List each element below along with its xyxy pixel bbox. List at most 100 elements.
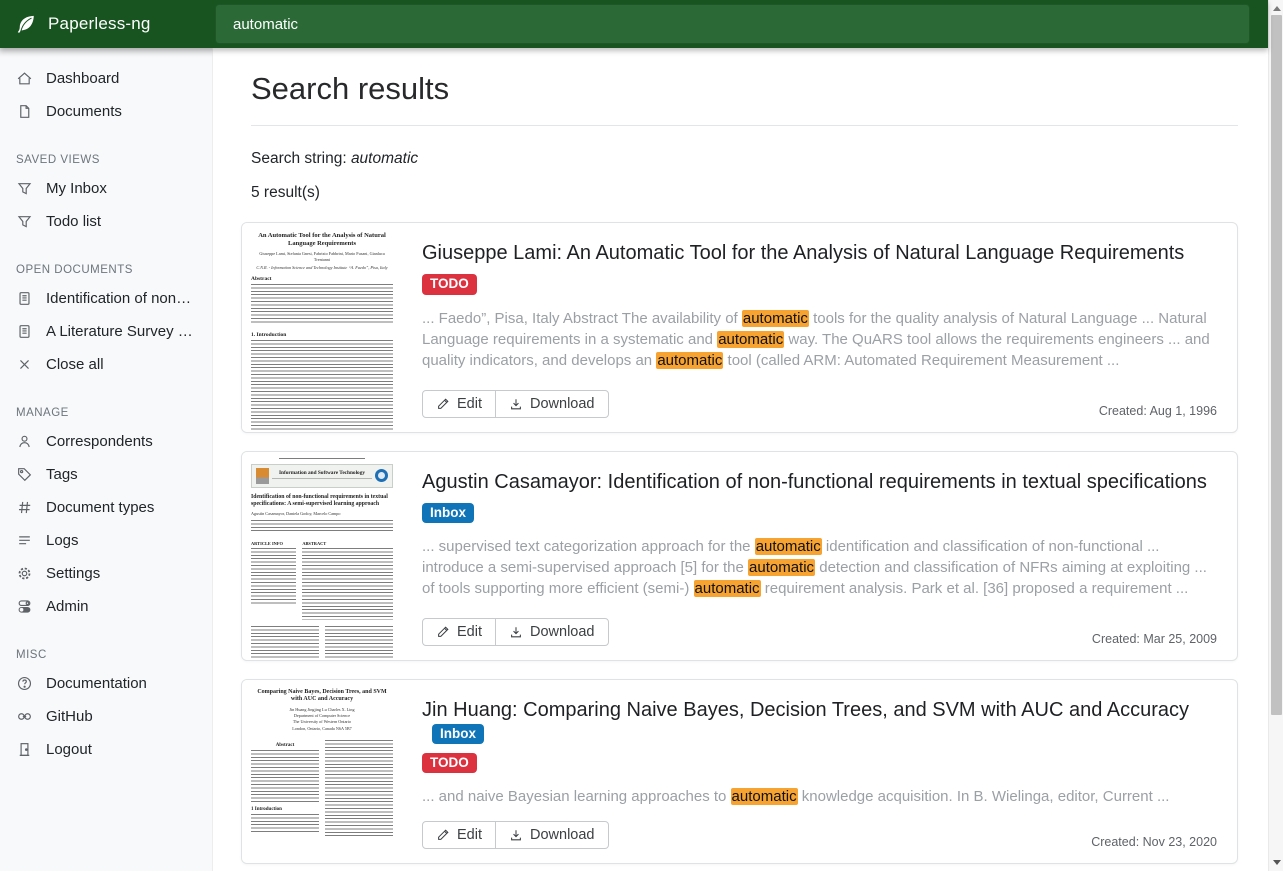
- divider: [251, 125, 1238, 126]
- sidebar-item-open-doc-1[interactable]: Identification of non-fu...: [0, 282, 212, 315]
- sidebar-item-document-types[interactable]: Document types: [0, 491, 212, 524]
- search-result-card: Information and Software Technology Iden…: [241, 451, 1238, 661]
- sidebar-section-saved-views: SAVED VIEWS: [16, 154, 196, 166]
- tag-badge-inbox[interactable]: Inbox: [432, 724, 484, 745]
- download-button[interactable]: Download: [495, 618, 609, 646]
- app-window: Paperless-ng Dashboard Documents SAVED V…: [0, 0, 1268, 871]
- created-date: Created: Aug 1, 1996: [1099, 404, 1217, 418]
- sidebar-item-label: Logout: [46, 741, 92, 758]
- result-snippet: ... Faedo”, Pisa, Italy Abstract The ava…: [422, 308, 1217, 371]
- sidebar-item-label: My Inbox: [46, 180, 107, 197]
- document-thumbnail[interactable]: An Automatic Tool for the Analysis of Na…: [242, 223, 402, 432]
- download-button[interactable]: Download: [495, 821, 609, 849]
- sidebar-item-label: Admin: [46, 598, 89, 615]
- tag-badge-todo[interactable]: TODO: [422, 274, 477, 295]
- sidebar-item-label: Document types: [46, 499, 154, 516]
- sidebar-item-open-doc-2[interactable]: A Literature Survey on ...: [0, 315, 212, 348]
- sidebar-section-manage: MANAGE: [16, 407, 196, 419]
- list-icon: [16, 532, 33, 549]
- sidebar-item-correspondents[interactable]: Correspondents: [0, 425, 212, 458]
- download-button[interactable]: Download: [495, 390, 609, 418]
- sidebar-item-admin[interactable]: Admin: [0, 590, 212, 623]
- sidebar-item-github[interactable]: GitHub: [0, 700, 212, 733]
- sidebar-item-close-all[interactable]: Close all: [0, 348, 212, 381]
- sidebar-item-label: Logs: [46, 532, 79, 549]
- journal-header: Information and Software Technology: [251, 464, 393, 488]
- sidebar-item-label: Correspondents: [46, 433, 153, 450]
- result-title-link[interactable]: Jin Huang: Comparing Naive Bayes, Decisi…: [422, 699, 1189, 721]
- edit-button[interactable]: Edit: [422, 821, 496, 849]
- tag-icon: [16, 466, 33, 483]
- card-actions: Edit Download: [422, 821, 609, 849]
- created-date: Created: Nov 23, 2020: [1091, 835, 1217, 849]
- sidebar-item-documents[interactable]: Documents: [0, 95, 212, 128]
- sidebar-item-label: A Literature Survey on ...: [46, 323, 196, 340]
- door-logout-icon: [16, 741, 33, 758]
- download-icon: [509, 397, 523, 411]
- elsevier-logo: [256, 468, 269, 484]
- sidebar-item-documentation[interactable]: Documentation: [0, 667, 212, 700]
- sidebar-section-misc: MISC: [16, 649, 196, 661]
- search-results-list: An Automatic Tool for the Analysis of Na…: [241, 222, 1238, 871]
- result-snippet: ... supervised text categorization appro…: [422, 536, 1217, 599]
- close-icon: [16, 356, 33, 373]
- sidebar-item-label: Documentation: [46, 675, 147, 692]
- filter-icon: [16, 213, 33, 230]
- scrollbar-thumb[interactable]: [1271, 15, 1282, 715]
- pencil-icon: [436, 625, 450, 639]
- result-count: 5 result(s): [251, 184, 1238, 202]
- sidebar-item-logout[interactable]: Logout: [0, 733, 212, 766]
- sidebar-item-label: Todo list: [46, 213, 101, 230]
- file-text-icon: [16, 290, 33, 307]
- filter-icon: [16, 180, 33, 197]
- global-search-input[interactable]: [215, 4, 1250, 44]
- document-thumbnail[interactable]: Comparing Naive Bayes, Decision Trees, a…: [242, 680, 402, 864]
- file-text-icon: [16, 323, 33, 340]
- page-title: Search results: [251, 68, 1238, 110]
- gear-icon: [16, 565, 33, 582]
- hash-icon: [16, 499, 33, 516]
- card-actions: Edit Download: [422, 390, 609, 418]
- card-actions: Edit Download: [422, 618, 609, 646]
- sidebar-item-label: GitHub: [46, 708, 93, 725]
- tag-badge-todo[interactable]: TODO: [422, 753, 477, 774]
- paperless-leaf-icon: [15, 13, 37, 35]
- sidebar-item-label: Settings: [46, 565, 100, 582]
- brand-link[interactable]: Paperless-ng: [0, 0, 213, 48]
- result-title-link[interactable]: Giuseppe Lami: An Automatic Tool for the…: [422, 239, 1217, 267]
- scroll-down-arrow[interactable]: [1273, 860, 1281, 865]
- document-thumbnail[interactable]: Information and Software Technology Iden…: [242, 452, 402, 660]
- toggles-icon: [16, 598, 33, 615]
- thumb-authors: Giuseppe Lami, Stefania Gnesi, Fabrizio …: [251, 251, 393, 262]
- sidebar-item-settings[interactable]: Settings: [0, 557, 212, 590]
- scroll-up-arrow[interactable]: [1273, 6, 1281, 11]
- thumb-title: An Automatic Tool for the Analysis of Na…: [251, 232, 393, 248]
- sidebar-item-logs[interactable]: Logs: [0, 524, 212, 557]
- sidebar-item-todo-list[interactable]: Todo list: [0, 205, 212, 238]
- search-result-card: An Automatic Tool for the Analysis of Na…: [241, 222, 1238, 433]
- sidebar-item-label: Documents: [46, 103, 122, 120]
- journal-logo: [375, 469, 388, 482]
- sidebar-item-label: Identification of non-fu...: [46, 290, 196, 307]
- result-title-link[interactable]: Agustin Casamayor: Identification of non…: [422, 468, 1217, 496]
- documents-icon: [16, 103, 33, 120]
- sidebar-item-tags[interactable]: Tags: [0, 458, 212, 491]
- search-string-value: automatic: [351, 150, 418, 167]
- sidebar-item-label: Dashboard: [46, 70, 119, 87]
- edit-button[interactable]: Edit: [422, 390, 496, 418]
- vertical-scrollbar[interactable]: [1268, 0, 1283, 871]
- search-result-card: Comparing Naive Bayes, Decision Trees, a…: [241, 679, 1238, 865]
- sidebar-item-my-inbox[interactable]: My Inbox: [0, 172, 212, 205]
- result-snippet: ... and naive Bayesian learning approach…: [422, 786, 1217, 807]
- question-circle-icon: [16, 675, 33, 692]
- main-content: Search results Search string: automatic …: [213, 48, 1268, 871]
- pencil-icon: [436, 828, 450, 842]
- edit-button[interactable]: Edit: [422, 618, 496, 646]
- sidebar-item-dashboard[interactable]: Dashboard: [0, 62, 212, 95]
- pencil-icon: [436, 397, 450, 411]
- download-icon: [509, 828, 523, 842]
- top-navbar: Paperless-ng: [0, 0, 1268, 48]
- sidebar-item-label: Close all: [46, 356, 104, 373]
- brand-name: Paperless-ng: [48, 14, 151, 34]
- tag-badge-inbox[interactable]: Inbox: [422, 503, 474, 524]
